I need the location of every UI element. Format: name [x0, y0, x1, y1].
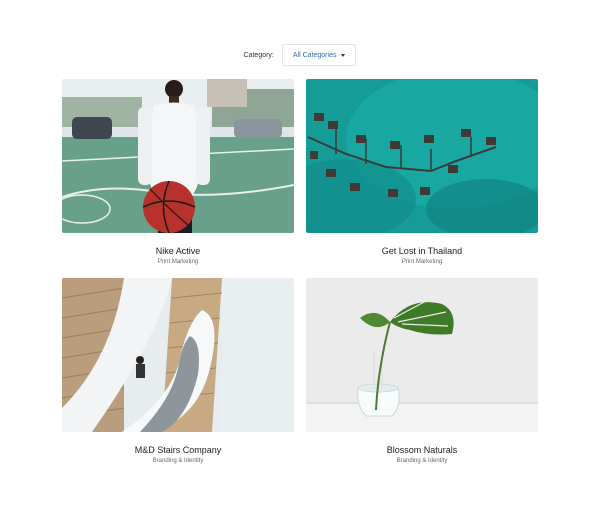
portfolio-category: Print Marketing — [401, 259, 443, 265]
spiral-staircase-image — [62, 278, 294, 432]
portfolio-item-md-stairs-company[interactable]: M&D Stairs Company Branding & Identity — [62, 278, 294, 464]
category-filter-bar: Category: All Categories — [0, 43, 600, 67]
portfolio-category: Print Marketing — [157, 259, 199, 265]
portfolio-title[interactable]: Blossom Naturals — [306, 445, 538, 455]
portfolio-category: Branding & Identity — [396, 458, 448, 464]
caret-down-icon — [341, 53, 346, 57]
portfolio-item-nike-active[interactable]: Nike Active Print Marketing — [62, 79, 294, 265]
portfolio-title[interactable]: Get Lost in Thailand — [306, 246, 538, 256]
portfolio-image[interactable] — [306, 278, 538, 432]
category-label: Category: — [243, 51, 274, 59]
category-select-value: All Categories — [292, 51, 337, 59]
portfolio-item-get-lost-in-thailand[interactable]: Get Lost in Thailand Print Marketing — [306, 79, 538, 265]
category-select[interactable]: All Categories — [281, 44, 357, 66]
plant-in-vase-image — [306, 278, 538, 432]
portfolio-category: Branding & Identity — [152, 458, 204, 464]
portfolio-title[interactable]: M&D Stairs Company — [62, 445, 294, 455]
ocean-villas-aerial-image — [306, 79, 538, 233]
basketball-player-image — [62, 79, 294, 233]
portfolio-image[interactable] — [62, 79, 294, 233]
portfolio-image[interactable] — [306, 79, 538, 233]
portfolio-image[interactable] — [62, 278, 294, 432]
portfolio-item-blossom-naturals[interactable]: Blossom Naturals Branding & Identity — [306, 278, 538, 464]
portfolio-title[interactable]: Nike Active — [62, 246, 294, 256]
